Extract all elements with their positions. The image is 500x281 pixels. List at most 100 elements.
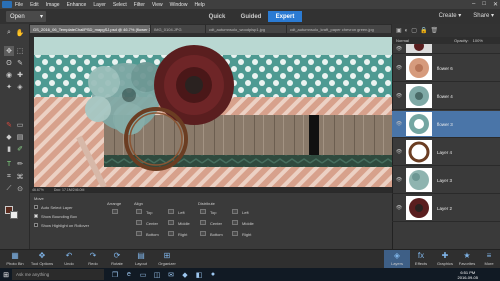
layer-row[interactable]: 👁 flower 6 — [392, 55, 500, 82]
menu-edit[interactable]: Edit — [30, 2, 39, 8]
mail-icon[interactable]: ✉ — [164, 268, 178, 281]
undo-button[interactable]: ↶ Undo — [56, 250, 82, 268]
close-icon[interactable]: ✕ — [493, 1, 498, 8]
mode-quick[interactable]: Quick — [200, 11, 234, 22]
background-color-swatch[interactable] — [10, 211, 18, 219]
layer-row[interactable]: 👁 Layer 2 — [392, 195, 500, 222]
search-box[interactable]: Ask me anything — [12, 269, 104, 280]
more-button[interactable]: ≡ More — [476, 250, 500, 268]
mask-icon[interactable]: ▢ — [411, 27, 417, 34]
edge-browser-icon[interactable]: e — [122, 268, 136, 281]
system-clock[interactable]: 6:51 PM 2016-09-05 — [458, 268, 478, 281]
rotate-button[interactable]: ⟳ Rotate — [104, 250, 130, 268]
distribute-middle-icon[interactable] — [232, 220, 238, 225]
zoom-tool-icon[interactable]: ⌕ — [4, 28, 14, 38]
doc-size[interactable]: Doc: 17.1M/246.0M — [54, 188, 85, 192]
align-left-icon[interactable] — [168, 209, 174, 214]
menu-window[interactable]: Window — [170, 2, 188, 8]
menu-view[interactable]: View — [152, 2, 163, 8]
eye-tool-icon[interactable]: ◉ — [4, 70, 14, 80]
organizer-button[interactable]: ⊞ Organizer — [154, 250, 180, 268]
bounding-box-checkbox[interactable] — [34, 214, 38, 218]
pencil-tool-icon[interactable]: ✏ — [15, 159, 25, 169]
chrome-icon[interactable]: ● — [206, 268, 220, 281]
new-layer-icon[interactable]: ▣ — [396, 27, 402, 34]
menu-select[interactable]: Select — [113, 2, 127, 8]
open-button[interactable]: Open ▾ — [6, 11, 46, 22]
photo-bin-button[interactable]: ▦ Photo Bin — [2, 250, 28, 268]
paint-bucket-tool-icon[interactable]: ◆ — [4, 132, 14, 142]
document-canvas[interactable] — [34, 37, 392, 187]
lock-icon[interactable]: 🔒 — [420, 27, 427, 34]
move-tool-icon[interactable]: ✥ — [4, 46, 14, 56]
menu-help[interactable]: Help — [194, 2, 204, 8]
align-bottom-icon[interactable] — [136, 231, 142, 236]
tab-document[interactable]: cdt_autumnsolo_kraft_paper chevron green… — [287, 25, 391, 33]
layer-row[interactable]: 👁 Layer 3 — [392, 167, 500, 194]
tab-document[interactable]: IMG_0104.JPG — [151, 25, 205, 33]
gradient-tool-icon[interactable]: ▤ — [15, 132, 25, 142]
arrange-button[interactable] — [112, 209, 118, 214]
menu-image[interactable]: Image — [46, 2, 60, 8]
eye-icon[interactable]: 👁 — [392, 177, 406, 183]
distribute-right-icon[interactable] — [232, 231, 238, 236]
align-top-icon[interactable] — [136, 209, 142, 214]
marquee-tool-icon[interactable]: ⬚ — [15, 46, 25, 56]
eye-icon[interactable]: 👁 — [392, 46, 406, 52]
recompose-tool-icon[interactable]: ⌘ — [15, 172, 25, 182]
layer-row-selected[interactable]: 👁 flower 3 — [392, 111, 500, 138]
distribute-bottom-icon[interactable] — [200, 231, 206, 236]
straighten-tool-icon[interactable]: ⟋ — [4, 184, 14, 194]
tool-options-button[interactable]: ✥ Tool Options — [29, 250, 55, 268]
distribute-left-icon[interactable] — [232, 209, 238, 214]
eye-icon[interactable]: 👁 — [392, 121, 406, 127]
layer-row[interactable]: 👁 — [392, 44, 500, 54]
eye-icon[interactable]: 👁 — [392, 93, 406, 99]
mode-expert[interactable]: Expert — [268, 11, 302, 22]
eye-icon[interactable]: 👁 — [392, 65, 406, 71]
highlight-checkbox[interactable] — [34, 223, 38, 227]
share-button[interactable]: Share ▾ — [473, 12, 494, 19]
organizer-taskbar-icon[interactable]: ◧ — [192, 268, 206, 281]
effects-button[interactable]: fx Effects — [408, 250, 434, 268]
smart-brush-tool-icon[interactable]: ✦ — [4, 82, 14, 92]
menu-enhance[interactable]: Enhance — [67, 2, 87, 8]
eraser-tool-icon[interactable]: ▭ — [15, 120, 25, 130]
minimize-icon[interactable]: – — [472, 1, 475, 8]
adjustment-layer-icon[interactable]: ◐ — [405, 28, 409, 34]
eyedropper-tool-icon[interactable]: ✐ — [15, 144, 25, 154]
menu-filter[interactable]: Filter — [134, 2, 145, 8]
opacity-value[interactable]: 100% — [473, 38, 483, 43]
mode-guided[interactable]: Guided — [234, 11, 268, 22]
align-center-icon[interactable] — [136, 220, 142, 225]
menu-layer[interactable]: Layer — [93, 2, 106, 8]
distribute-center-icon[interactable] — [200, 220, 206, 225]
layout-button[interactable]: ▤ Layout — [128, 250, 154, 268]
align-middle-icon[interactable] — [168, 220, 174, 225]
tab-document[interactable]: cdt_autumnsolo_woodplsp1.jpg — [206, 25, 286, 33]
distribute-top-icon[interactable] — [200, 209, 206, 214]
trash-icon[interactable]: 🗑 — [430, 27, 438, 34]
zoom-level[interactable]: 46.67% — [32, 188, 44, 192]
shape-tool-icon[interactable]: ▮ — [4, 144, 14, 154]
file-explorer-icon[interactable]: ▭ — [136, 268, 150, 281]
layers-button[interactable]: ◈ Layers — [384, 250, 410, 268]
crop-tool-icon[interactable]: ⌗ — [4, 172, 14, 182]
create-button[interactable]: Create ▾ — [439, 12, 462, 19]
photoshop-elements-icon[interactable]: ◆ — [178, 268, 192, 281]
tab-document-active[interactable]: GS_2016_06_TemplateChallPSD_mapgSJ.psd @… — [30, 25, 150, 33]
text-tool-icon[interactable]: T — [4, 159, 14, 169]
red-eye-tool-icon[interactable]: ⊙ — [15, 184, 25, 194]
align-right-icon[interactable] — [168, 231, 174, 236]
eye-icon[interactable]: 👁 — [392, 149, 406, 155]
hand-tool-icon[interactable]: ✋ — [15, 28, 25, 38]
maximize-icon[interactable]: □ — [482, 1, 486, 8]
clone-stamp-tool-icon[interactable]: ◈ — [15, 82, 25, 92]
redo-button[interactable]: ↷ Redo — [80, 250, 106, 268]
windows-start-icon[interactable]: ⊞ — [0, 268, 12, 281]
lasso-tool-icon[interactable]: ʘ — [4, 58, 14, 68]
menu-file[interactable]: File — [15, 2, 23, 8]
layer-row[interactable]: 👁 Layer 4 — [392, 139, 500, 166]
brush-tool-icon[interactable]: ✎ — [4, 120, 14, 130]
quick-select-tool-icon[interactable]: ✎ — [15, 58, 25, 68]
